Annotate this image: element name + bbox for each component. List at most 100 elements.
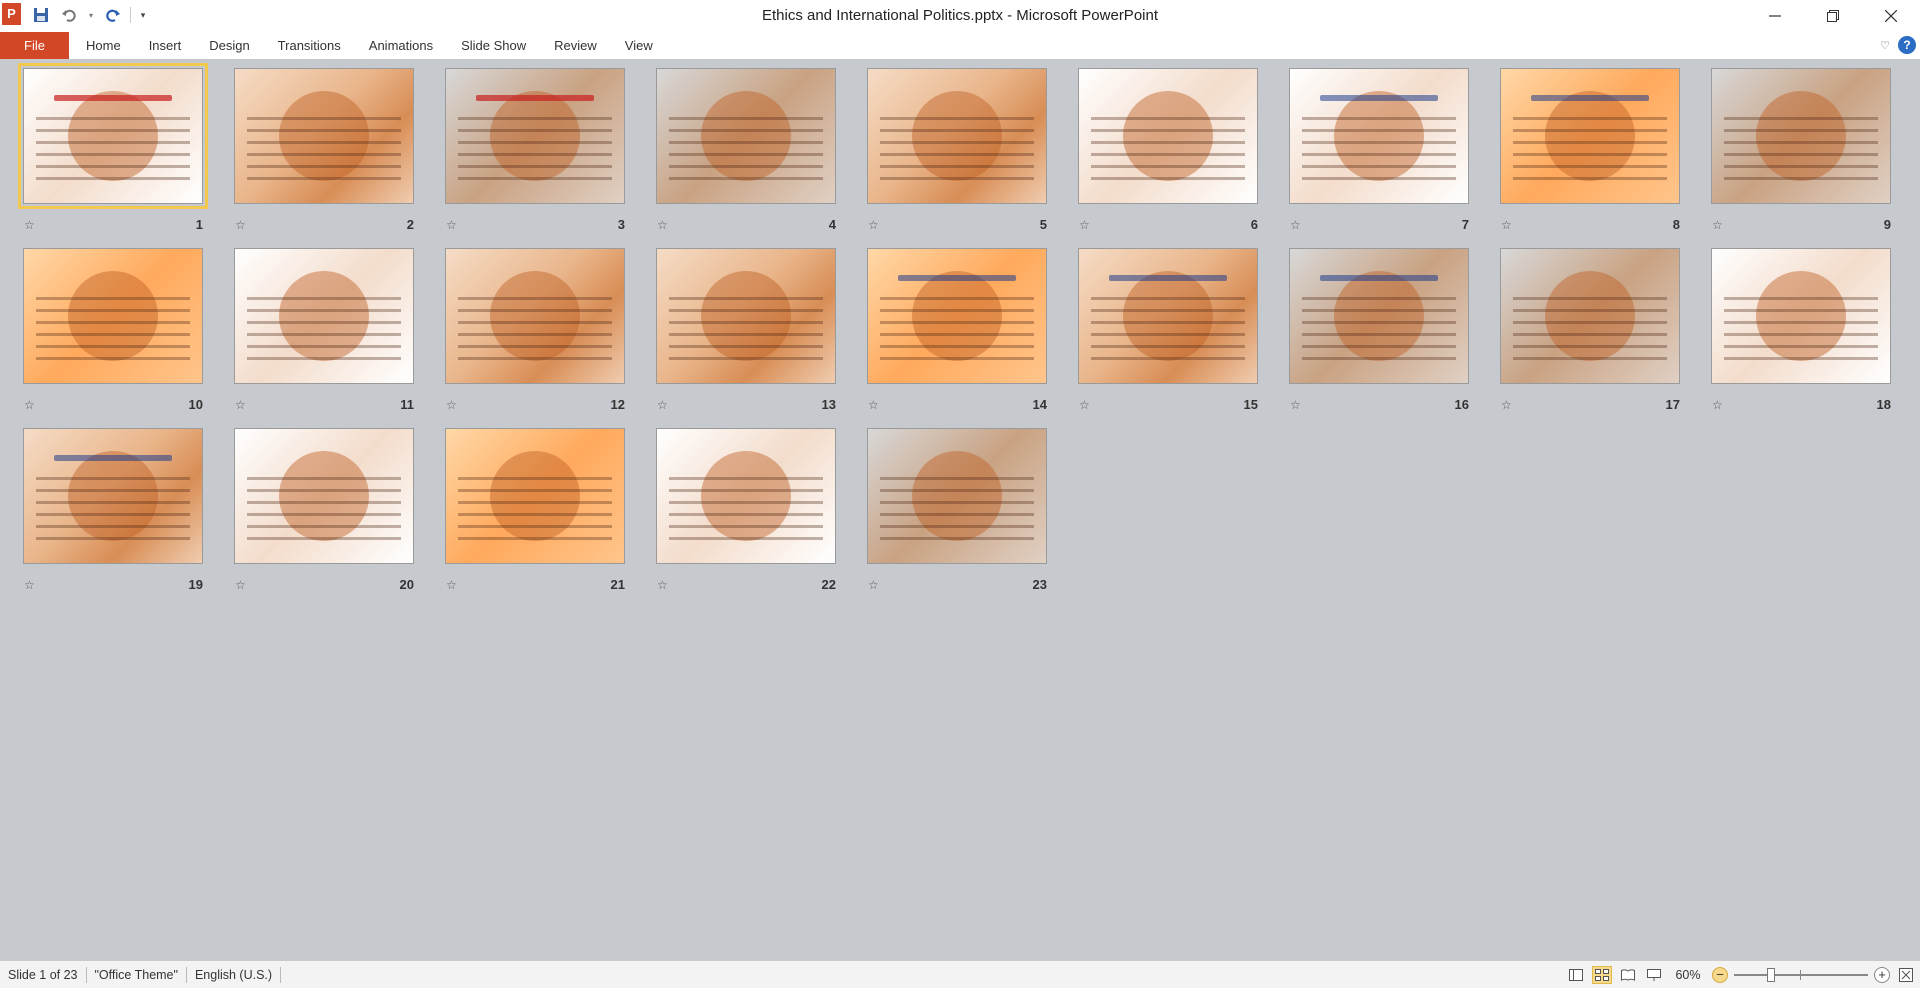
slide-text-line: [247, 513, 401, 516]
transition-star-icon[interactable]: ☆: [657, 578, 668, 592]
fit-to-window-button[interactable]: [1896, 966, 1916, 984]
slide-text-line: [669, 177, 823, 180]
transition-star-icon[interactable]: ☆: [1501, 398, 1512, 412]
slide-thumbnail[interactable]: [1078, 68, 1258, 204]
restore-button[interactable]: [1804, 0, 1862, 32]
transition-star-icon[interactable]: ☆: [868, 398, 879, 412]
slide-heading: [476, 95, 594, 101]
slide-thumbnail[interactable]: [445, 428, 625, 564]
slide-text-line: [669, 117, 823, 120]
transition-star-icon[interactable]: ☆: [868, 578, 879, 592]
language-indicator[interactable]: English (U.S.): [187, 967, 282, 983]
normal-view-button[interactable]: [1566, 966, 1586, 984]
transition-star-icon[interactable]: ☆: [1079, 398, 1090, 412]
slide-thumbnail[interactable]: [1078, 248, 1258, 384]
slide-thumbnail[interactable]: [234, 68, 414, 204]
slide-text-line: [247, 129, 401, 132]
slide-thumbnail[interactable]: [867, 428, 1047, 564]
slide-thumbnail[interactable]: [18, 63, 208, 209]
slide-count[interactable]: Slide 1 of 23: [0, 967, 87, 983]
zoom-slider-thumb[interactable]: [1766, 968, 1775, 982]
slide-text-line: [880, 177, 1034, 180]
transition-star-icon[interactable]: ☆: [446, 398, 457, 412]
slide-text-line: [36, 309, 190, 312]
transition-star-icon[interactable]: ☆: [1712, 218, 1723, 232]
slide-thumbnail[interactable]: [656, 248, 836, 384]
zoom-level[interactable]: 60%: [1670, 968, 1706, 982]
slide-thumbnail[interactable]: [1711, 68, 1891, 204]
status-left: Slide 1 of 23 "Office Theme" English (U.…: [0, 961, 282, 988]
slide-number: 15: [1243, 397, 1258, 412]
close-button[interactable]: [1862, 0, 1920, 32]
slide-number: 7: [1461, 217, 1469, 232]
tab-home[interactable]: Home: [72, 32, 135, 59]
file-tab[interactable]: File: [0, 32, 69, 59]
slide-thumbnail[interactable]: [656, 68, 836, 204]
slide-thumbnail[interactable]: [445, 248, 625, 384]
slide-text-line: [669, 345, 823, 348]
tab-animations[interactable]: Animations: [355, 32, 447, 59]
tab-design[interactable]: Design: [195, 32, 263, 59]
transition-star-icon[interactable]: ☆: [1290, 218, 1301, 232]
reading-view-button[interactable]: [1618, 966, 1638, 984]
slide-sorter-view-button[interactable]: [1592, 966, 1612, 984]
transition-star-icon[interactable]: ☆: [1501, 218, 1512, 232]
transition-star-icon[interactable]: ☆: [868, 218, 879, 232]
slide-text-line: [669, 477, 823, 480]
slide-heading: [1109, 275, 1227, 281]
theme-name[interactable]: "Office Theme": [87, 967, 187, 983]
slide-show-view-button[interactable]: [1644, 966, 1664, 984]
slide-number: 13: [821, 397, 836, 412]
transition-star-icon[interactable]: ☆: [235, 398, 246, 412]
zoom-slider[interactable]: [1734, 968, 1868, 982]
transition-star-icon[interactable]: ☆: [1712, 398, 1723, 412]
slide-text-line: [247, 501, 401, 504]
slide-text-line: [36, 537, 190, 540]
slide-thumbnail[interactable]: [445, 68, 625, 204]
transition-star-icon[interactable]: ☆: [657, 398, 668, 412]
slide-text-line: [669, 309, 823, 312]
slide-thumbnail[interactable]: [1289, 248, 1469, 384]
slide-thumbnail[interactable]: [234, 248, 414, 384]
transition-star-icon[interactable]: ☆: [24, 578, 35, 592]
slide-thumbnail[interactable]: [23, 428, 203, 564]
help-icon[interactable]: ?: [1898, 36, 1916, 54]
slide-thumbnail[interactable]: [656, 428, 836, 564]
slide-thumbnail[interactable]: [234, 428, 414, 564]
slide-sorter[interactable]: ☆ 1 ☆ 2 ☆ 3 ☆ 4 ☆ 5 ☆ 6 ☆ 7 ☆ 8 ☆ 9 ☆ 10 ☆ 11 ☆ 12 ☆ 13 ☆ 14 ☆ 15 ☆ 16 ☆…: [0, 62, 1920, 956]
tab-transitions[interactable]: Transitions: [264, 32, 355, 59]
slide-text-line: [1513, 141, 1667, 144]
slide-text-line: [458, 297, 612, 300]
slide-text-line: [1724, 345, 1878, 348]
transition-star-icon[interactable]: ☆: [235, 218, 246, 232]
transition-star-icon[interactable]: ☆: [657, 218, 668, 232]
slide-thumbnail[interactable]: [1500, 68, 1680, 204]
slide-text-line: [1091, 165, 1245, 168]
tab-insert[interactable]: Insert: [135, 32, 196, 59]
slide-thumbnail[interactable]: [867, 248, 1047, 384]
slide-thumbnail[interactable]: [23, 248, 203, 384]
zoom-in-button[interactable]: +: [1874, 967, 1890, 983]
zoom-out-button[interactable]: −: [1712, 967, 1728, 983]
slide-thumbnail[interactable]: [1500, 248, 1680, 384]
slide-text-line: [247, 177, 401, 180]
transition-star-icon[interactable]: ☆: [446, 218, 457, 232]
transition-star-icon[interactable]: ☆: [1079, 218, 1090, 232]
transition-star-icon[interactable]: ☆: [24, 218, 35, 232]
slide-thumbnail[interactable]: [867, 68, 1047, 204]
slide-thumbnail[interactable]: [1289, 68, 1469, 204]
transition-star-icon[interactable]: ☆: [446, 578, 457, 592]
tab-review[interactable]: Review: [540, 32, 611, 59]
slide-text-line: [669, 489, 823, 492]
transition-star-icon[interactable]: ☆: [24, 398, 35, 412]
slide-text-line: [669, 153, 823, 156]
minimize-ribbon-icon[interactable]: ♡: [1880, 39, 1890, 52]
transition-star-icon[interactable]: ☆: [1290, 398, 1301, 412]
tab-slide-show[interactable]: Slide Show: [447, 32, 540, 59]
transition-star-icon[interactable]: ☆: [235, 578, 246, 592]
tab-view[interactable]: View: [611, 32, 667, 59]
slide-thumbnail[interactable]: [1711, 248, 1891, 384]
slide-text-line: [1513, 321, 1667, 324]
minimize-button[interactable]: [1746, 0, 1804, 32]
slide-text-line: [1513, 357, 1667, 360]
